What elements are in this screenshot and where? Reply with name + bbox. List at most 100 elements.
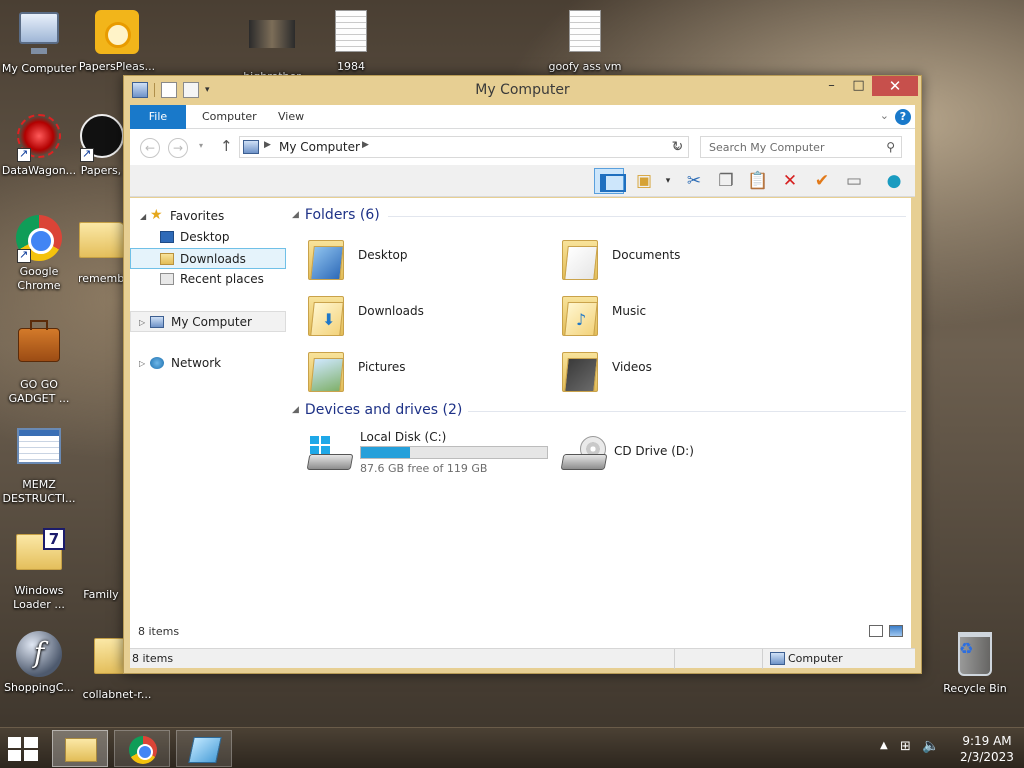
divider	[762, 649, 763, 669]
up-arrow-icon[interactable]: ↑	[220, 137, 233, 155]
refresh-button[interactable]: ↻	[667, 136, 689, 158]
search-input[interactable]: Search My Computer ⚲	[700, 136, 902, 158]
nav-item-desktop[interactable]: Desktop	[130, 227, 286, 248]
help-icon[interactable]: ?	[895, 109, 911, 125]
recycle-bin-icon	[951, 632, 999, 680]
nav-item-recent-places[interactable]: Recent places	[130, 269, 286, 290]
desktop-icon-rememb[interactable]: rememb	[78, 214, 124, 286]
divider	[468, 411, 906, 412]
address-bar[interactable]: ▶ My Computer ▶ ⌄	[239, 136, 689, 158]
folder-tile-documents[interactable]: Documents	[562, 234, 802, 284]
search-placeholder: Search My Computer	[709, 141, 825, 154]
tab-computer[interactable]: Computer	[190, 105, 269, 129]
expanded-triangle-icon[interactable]: ◢	[140, 206, 146, 227]
volume-icon[interactable]: 🔈	[922, 738, 939, 754]
taskbar-file-explorer[interactable]	[52, 730, 108, 767]
copy-icon[interactable]: ❐	[714, 169, 738, 193]
cd-drive-icon	[560, 436, 608, 474]
cut-icon[interactable]: ✂	[682, 169, 706, 193]
folder-icon	[78, 222, 124, 270]
title-bar[interactable]: ▾ My Computer – □ ✕	[124, 76, 921, 104]
desktop-icon-1984[interactable]: 1984	[312, 8, 390, 74]
back-button[interactable]: ←	[140, 138, 160, 158]
chevron-down-icon[interactable]: ▾	[656, 169, 680, 193]
recent-places-icon	[160, 273, 174, 285]
clock[interactable]: 9:19 AM 2/3/2023	[954, 733, 1020, 765]
taskbar: ▲ ⊞ 🔈 9:19 AM 2/3/2023	[0, 727, 1024, 768]
nav-item-my-computer[interactable]: ▷ My Computer	[130, 311, 286, 332]
network-globe-icon[interactable]: ●	[882, 169, 906, 193]
maximize-button[interactable]: □	[845, 76, 872, 96]
desktop-icon-memz[interactable]: MEMZ DESTRUCTI...	[0, 422, 78, 506]
desktop-icon-papersplease[interactable]: PapersPleas...	[78, 8, 156, 74]
hard-drive-icon	[306, 436, 354, 474]
desktop-icon-bigbrother[interactable]: bigbrother	[233, 8, 311, 84]
divider	[674, 649, 675, 669]
items-count: 8 items	[138, 625, 180, 638]
breadcrumb-chevron-icon[interactable]: ▶	[264, 140, 271, 150]
shortcut-arrow-icon	[17, 147, 31, 162]
folder-tile-music[interactable]: ♪ Music	[562, 290, 802, 340]
nav-item-favorites[interactable]: ◢ ★ Favorites	[130, 206, 286, 227]
computer-icon	[770, 652, 785, 665]
taskbar-app[interactable]	[176, 730, 232, 767]
collapsed-triangle-icon[interactable]: ▷	[139, 353, 145, 374]
breadcrumb-chevron-icon[interactable]: ▶	[362, 140, 369, 150]
details-view-icon[interactable]	[869, 625, 883, 637]
rename-icon[interactable]: ▭	[842, 169, 866, 193]
folder-tile-downloads[interactable]: ⬇ Downloads	[308, 290, 548, 340]
collapse-triangle-icon[interactable]: ◢	[292, 405, 299, 415]
desktop-icon-windows-loader[interactable]: 7 Windows Loader ...	[0, 526, 78, 612]
drive-tile-cd-drive[interactable]: CD Drive (D:)	[560, 430, 762, 478]
desktop-folder-icon	[308, 236, 348, 280]
desktop-icon-shoppingc[interactable]: f ShoppingC...	[0, 630, 78, 695]
drive-usage-fill	[361, 447, 411, 458]
recent-locations-icon[interactable]: ▾	[199, 141, 203, 150]
show-hidden-icons[interactable]: ▲	[880, 740, 888, 751]
desktop-icon-my-computer[interactable]: My Computer	[0, 8, 78, 76]
desktop-icon-google-chrome[interactable]: Google Chrome	[0, 214, 78, 293]
group-header-folders[interactable]: ◢ Folders (6)	[292, 207, 380, 227]
minimize-button[interactable]: –	[818, 76, 845, 96]
computer-icon	[150, 316, 164, 328]
forward-button[interactable]: →	[168, 138, 188, 158]
chevron-down-icon[interactable]: ⌄	[880, 109, 889, 122]
group-header-devices[interactable]: ◢ Devices and drives (2)	[292, 402, 462, 422]
nav-item-network[interactable]: ▷ Network	[130, 353, 286, 374]
tab-file[interactable]: File	[130, 105, 186, 129]
folder-tile-pictures[interactable]: Pictures	[308, 346, 548, 396]
network-status-icon[interactable]: ⊞	[900, 739, 911, 754]
checkmark-icon[interactable]: ✔	[810, 169, 834, 193]
breadcrumb-my-computer[interactable]: My Computer	[279, 140, 360, 154]
preview-pane-button[interactable]	[594, 168, 626, 194]
desktop-icon-goofy-ass-vm[interactable]: goofy ass vm	[546, 8, 624, 74]
folder-tile-videos[interactable]: Videos	[562, 346, 802, 396]
drive-tile-local-disk[interactable]: Local Disk (C:) 87.6 GB free of 119 GB	[306, 430, 558, 478]
desktop-icon-family[interactable]: Family	[78, 538, 124, 602]
collapsed-triangle-icon[interactable]: ▷	[139, 312, 145, 333]
delete-icon[interactable]: ✕	[778, 169, 802, 193]
network-icon	[150, 357, 164, 369]
drive-usage-bar	[360, 446, 548, 459]
window-title: My Computer	[475, 82, 570, 98]
search-icon[interactable]: ⚲	[886, 140, 895, 154]
tab-view[interactable]: View	[266, 105, 316, 129]
web-app-icon	[15, 114, 63, 162]
close-button[interactable]: ✕	[872, 76, 918, 96]
disc-app-icon	[93, 10, 141, 58]
taskbar-chrome[interactable]	[114, 730, 170, 767]
start-button[interactable]	[8, 737, 38, 761]
paste-icon[interactable]: 📋	[746, 169, 770, 193]
nav-item-downloads[interactable]: Downloads	[130, 248, 286, 269]
desktop-icon-recycle-bin[interactable]: Recycle Bin	[936, 630, 1014, 696]
folder-tile-desktop[interactable]: Desktop	[308, 234, 548, 284]
desktop-icon-go-go-gadget[interactable]: GO GO GADGET ...	[0, 318, 78, 406]
collapse-triangle-icon[interactable]: ◢	[292, 210, 299, 220]
desktop-icon-datawagon[interactable]: DataWagon...	[0, 112, 78, 178]
command-toolbar: ▣ ▾ ✂ ❐ 📋 ✕ ✔ ▭ ●	[130, 165, 915, 197]
videos-folder-icon	[562, 348, 602, 392]
desktop-icon-papers[interactable]: Papers,	[78, 112, 124, 178]
check-folder-icon[interactable]: ▣	[632, 169, 656, 193]
flash-icon: f	[15, 631, 63, 679]
large-icons-view-icon[interactable]	[889, 625, 903, 637]
